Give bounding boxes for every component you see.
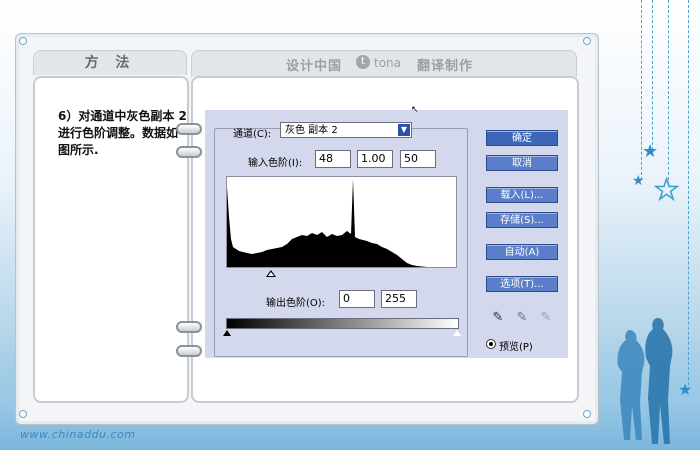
save-button[interactable]: 存储(S)... — [486, 212, 558, 228]
tona-logo-icon: t — [356, 55, 370, 69]
input-level-black[interactable]: 48 — [315, 150, 351, 168]
corner-dot — [19, 410, 27, 418]
corner-dot — [583, 410, 591, 418]
channel-value: 灰色 副本 2 — [285, 125, 338, 136]
preview-label: 预览(P) — [499, 342, 533, 353]
header-title-part2: 翻译制作 — [417, 59, 474, 74]
options-button[interactable]: 选项(T)... — [486, 276, 558, 292]
input-level-gamma[interactable]: 1.00 — [357, 150, 393, 168]
output-black-slider[interactable] — [223, 330, 231, 336]
ok-button[interactable]: 确定 — [486, 130, 558, 146]
binder-ring — [176, 321, 202, 333]
output-levels-label: 输出色阶(O): — [266, 298, 326, 309]
site-url[interactable]: www.chinaddu.com — [20, 428, 136, 441]
cursor-icon: ↖ — [411, 105, 419, 115]
star-icon: ★ — [642, 141, 659, 162]
star-outline-icon: ★ — [653, 173, 680, 206]
chevron-down-icon[interactable]: ▼ — [398, 124, 410, 136]
silhouette-figures — [617, 318, 673, 444]
binder-ring — [176, 146, 202, 158]
output-white-slider[interactable] — [453, 330, 461, 336]
corner-dot — [583, 37, 591, 45]
output-level-white[interactable]: 255 — [381, 290, 417, 308]
channel-select[interactable]: 灰色 副本 2 ▼ — [280, 122, 412, 138]
header-brand: tona — [374, 56, 402, 70]
histogram-graph — [227, 179, 427, 267]
load-button[interactable]: 载入(L)... — [486, 187, 558, 203]
cancel-button[interactable]: 取消 — [486, 155, 558, 171]
corner-dot — [19, 37, 27, 45]
gray-eyedropper-icon[interactable]: ✎ — [515, 310, 529, 326]
histogram — [226, 176, 457, 268]
auto-button[interactable]: 自动(A) — [486, 244, 558, 260]
left-tab-title: 方 法 — [33, 50, 187, 75]
output-gradient-bar — [226, 318, 459, 329]
input-levels-label: 输入色阶(I): — [248, 158, 303, 169]
star-string — [668, 0, 669, 185]
header-title-part1: 设计中国 — [286, 59, 343, 74]
input-level-white[interactable]: 50 — [400, 150, 436, 168]
black-eyedropper-icon[interactable]: ✎ — [491, 310, 505, 326]
white-eyedropper-icon[interactable]: ✎ — [539, 310, 553, 326]
star-string — [652, 0, 653, 150]
step-instruction: 6）对通道中灰色副本 2 进行色阶调整。数据如图所示. — [58, 109, 187, 157]
output-level-black[interactable]: 0 — [339, 290, 375, 308]
channel-label: 通道(C): — [233, 129, 272, 140]
preview-checkbox[interactable] — [486, 339, 496, 349]
binder-ring — [176, 123, 202, 135]
star-icon: ★ — [632, 173, 645, 189]
binder-ring — [176, 345, 202, 357]
input-white-slider-inner — [268, 272, 274, 276]
